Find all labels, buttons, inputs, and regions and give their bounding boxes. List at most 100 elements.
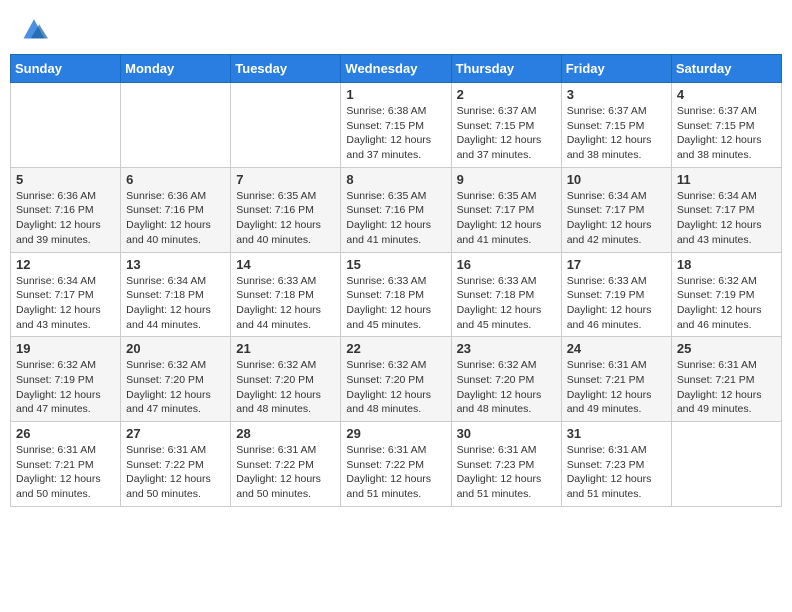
calendar-day-cell: 22 Sunrise: 6:32 AM Sunset: 7:20 PM Dayli… — [341, 337, 451, 422]
day-number: 25 — [677, 341, 776, 356]
day-number: 23 — [457, 341, 556, 356]
day-info: Sunrise: 6:34 AM Sunset: 7:17 PM Dayligh… — [567, 189, 666, 248]
calendar-day-cell: 10 Sunrise: 6:34 AM Sunset: 7:17 PM Dayli… — [561, 167, 671, 252]
calendar-day-cell — [231, 83, 341, 168]
day-info: Sunrise: 6:33 AM Sunset: 7:18 PM Dayligh… — [457, 274, 556, 333]
day-number: 15 — [346, 257, 445, 272]
calendar-week-row: 1Sunrise: 6:38 AM Sunset: 7:15 PM Daylig… — [11, 83, 782, 168]
day-info: Sunrise: 6:32 AM Sunset: 7:19 PM Dayligh… — [677, 274, 776, 333]
calendar-day-cell: 8Sunrise: 6:35 AM Sunset: 7:16 PM Daylig… — [341, 167, 451, 252]
calendar-day-cell: 26Sunrise: 6:31 AM Sunset: 7:21 PM Dayli… — [11, 422, 121, 507]
day-info: Sunrise: 6:35 AM Sunset: 7:17 PM Dayligh… — [457, 189, 556, 248]
logo-icon — [20, 14, 48, 42]
day-info: Sunrise: 6:38 AM Sunset: 7:15 PM Dayligh… — [346, 104, 445, 163]
day-number: 19 — [16, 341, 115, 356]
calendar-week-row: 5 Sunrise: 6:36 AM Sunset: 7:16 PM Daylig… — [11, 167, 782, 252]
calendar-day-cell: 30Sunrise: 6:31 AM Sunset: 7:23 PM Dayli… — [451, 422, 561, 507]
calendar-day-cell: 12 Sunrise: 6:34 AM Sunset: 7:17 PM Dayli… — [11, 252, 121, 337]
calendar-day-cell: 31 Sunrise: 6:31 AM Sunset: 7:23 PM Dayli… — [561, 422, 671, 507]
calendar-table: SundayMondayTuesdayWednesdayThursdayFrid… — [10, 54, 782, 507]
calendar-day-cell: 27 Sunrise: 6:31 AM Sunset: 7:22 PM Dayli… — [121, 422, 231, 507]
day-info: Sunrise: 6:36 AM Sunset: 7:16 PM Dayligh… — [126, 189, 225, 248]
page-header — [10, 10, 782, 46]
day-number: 22 — [346, 341, 445, 356]
day-info: Sunrise: 6:32 AM Sunset: 7:20 PM Dayligh… — [346, 358, 445, 417]
day-info: Sunrise: 6:37 AM Sunset: 7:15 PM Dayligh… — [457, 104, 556, 163]
day-number: 2 — [457, 87, 556, 102]
day-info: Sunrise: 6:33 AM Sunset: 7:19 PM Dayligh… — [567, 274, 666, 333]
day-number: 26 — [16, 426, 115, 441]
calendar-week-row: 19 Sunrise: 6:32 AM Sunset: 7:19 PM Dayli… — [11, 337, 782, 422]
day-number: 18 — [677, 257, 776, 272]
logo — [18, 14, 48, 42]
day-number: 13 — [126, 257, 225, 272]
calendar-week-row: 12 Sunrise: 6:34 AM Sunset: 7:17 PM Dayli… — [11, 252, 782, 337]
day-number: 29 — [346, 426, 445, 441]
day-info: Sunrise: 6:32 AM Sunset: 7:20 PM Dayligh… — [457, 358, 556, 417]
calendar-day-cell: 17 Sunrise: 6:33 AM Sunset: 7:19 PM Dayli… — [561, 252, 671, 337]
day-number: 9 — [457, 172, 556, 187]
calendar-day-cell: 15Sunrise: 6:33 AM Sunset: 7:18 PM Dayli… — [341, 252, 451, 337]
day-number: 14 — [236, 257, 335, 272]
day-info: Sunrise: 6:37 AM Sunset: 7:15 PM Dayligh… — [567, 104, 666, 163]
day-info: Sunrise: 6:36 AM Sunset: 7:16 PM Dayligh… — [16, 189, 115, 248]
day-number: 6 — [126, 172, 225, 187]
day-info: Sunrise: 6:31 AM Sunset: 7:22 PM Dayligh… — [236, 443, 335, 502]
calendar-day-cell: 14Sunrise: 6:33 AM Sunset: 7:18 PM Dayli… — [231, 252, 341, 337]
calendar-header-row: SundayMondayTuesdayWednesdayThursdayFrid… — [11, 55, 782, 83]
day-info: Sunrise: 6:34 AM Sunset: 7:17 PM Dayligh… — [677, 189, 776, 248]
calendar-day-cell: 11 Sunrise: 6:34 AM Sunset: 7:17 PM Dayli… — [671, 167, 781, 252]
day-number: 27 — [126, 426, 225, 441]
calendar-day-cell — [121, 83, 231, 168]
calendar-day-cell: 2 Sunrise: 6:37 AM Sunset: 7:15 PM Daylig… — [451, 83, 561, 168]
day-number: 4 — [677, 87, 776, 102]
day-of-week-header: Sunday — [11, 55, 121, 83]
day-info: Sunrise: 6:37 AM Sunset: 7:15 PM Dayligh… — [677, 104, 776, 163]
day-number: 7 — [236, 172, 335, 187]
day-info: Sunrise: 6:31 AM Sunset: 7:23 PM Dayligh… — [567, 443, 666, 502]
day-info: Sunrise: 6:32 AM Sunset: 7:20 PM Dayligh… — [236, 358, 335, 417]
day-number: 31 — [567, 426, 666, 441]
day-number: 21 — [236, 341, 335, 356]
calendar-day-cell: 3Sunrise: 6:37 AM Sunset: 7:15 PM Daylig… — [561, 83, 671, 168]
day-info: Sunrise: 6:31 AM Sunset: 7:21 PM Dayligh… — [677, 358, 776, 417]
day-number: 17 — [567, 257, 666, 272]
calendar-day-cell: 20 Sunrise: 6:32 AM Sunset: 7:20 PM Dayli… — [121, 337, 231, 422]
calendar-day-cell: 19 Sunrise: 6:32 AM Sunset: 7:19 PM Dayli… — [11, 337, 121, 422]
calendar-day-cell: 28 Sunrise: 6:31 AM Sunset: 7:22 PM Dayli… — [231, 422, 341, 507]
day-info: Sunrise: 6:32 AM Sunset: 7:19 PM Dayligh… — [16, 358, 115, 417]
calendar-day-cell: 1Sunrise: 6:38 AM Sunset: 7:15 PM Daylig… — [341, 83, 451, 168]
day-info: Sunrise: 6:35 AM Sunset: 7:16 PM Dayligh… — [346, 189, 445, 248]
calendar-day-cell: 16 Sunrise: 6:33 AM Sunset: 7:18 PM Dayli… — [451, 252, 561, 337]
calendar-day-cell: 9 Sunrise: 6:35 AM Sunset: 7:17 PM Daylig… — [451, 167, 561, 252]
calendar-day-cell: 13 Sunrise: 6:34 AM Sunset: 7:18 PM Dayli… — [121, 252, 231, 337]
day-info: Sunrise: 6:31 AM Sunset: 7:23 PM Dayligh… — [457, 443, 556, 502]
day-info: Sunrise: 6:35 AM Sunset: 7:16 PM Dayligh… — [236, 189, 335, 248]
day-number: 16 — [457, 257, 556, 272]
calendar-day-cell: 6 Sunrise: 6:36 AM Sunset: 7:16 PM Daylig… — [121, 167, 231, 252]
day-number: 28 — [236, 426, 335, 441]
day-info: Sunrise: 6:31 AM Sunset: 7:22 PM Dayligh… — [346, 443, 445, 502]
day-info: Sunrise: 6:34 AM Sunset: 7:18 PM Dayligh… — [126, 274, 225, 333]
day-of-week-header: Thursday — [451, 55, 561, 83]
calendar-day-cell: 18 Sunrise: 6:32 AM Sunset: 7:19 PM Dayli… — [671, 252, 781, 337]
day-info: Sunrise: 6:32 AM Sunset: 7:20 PM Dayligh… — [126, 358, 225, 417]
day-info: Sunrise: 6:31 AM Sunset: 7:22 PM Dayligh… — [126, 443, 225, 502]
day-info: Sunrise: 6:34 AM Sunset: 7:17 PM Dayligh… — [16, 274, 115, 333]
calendar-day-cell: 4 Sunrise: 6:37 AM Sunset: 7:15 PM Daylig… — [671, 83, 781, 168]
calendar-day-cell: 5 Sunrise: 6:36 AM Sunset: 7:16 PM Daylig… — [11, 167, 121, 252]
day-number: 24 — [567, 341, 666, 356]
calendar-day-cell: 23 Sunrise: 6:32 AM Sunset: 7:20 PM Dayli… — [451, 337, 561, 422]
calendar-week-row: 26Sunrise: 6:31 AM Sunset: 7:21 PM Dayli… — [11, 422, 782, 507]
day-of-week-header: Monday — [121, 55, 231, 83]
day-number: 10 — [567, 172, 666, 187]
day-of-week-header: Saturday — [671, 55, 781, 83]
calendar-day-cell: 25 Sunrise: 6:31 AM Sunset: 7:21 PM Dayli… — [671, 337, 781, 422]
day-info: Sunrise: 6:31 AM Sunset: 7:21 PM Dayligh… — [567, 358, 666, 417]
day-number: 11 — [677, 172, 776, 187]
day-number: 5 — [16, 172, 115, 187]
day-number: 12 — [16, 257, 115, 272]
day-number: 20 — [126, 341, 225, 356]
day-of-week-header: Tuesday — [231, 55, 341, 83]
day-of-week-header: Wednesday — [341, 55, 451, 83]
